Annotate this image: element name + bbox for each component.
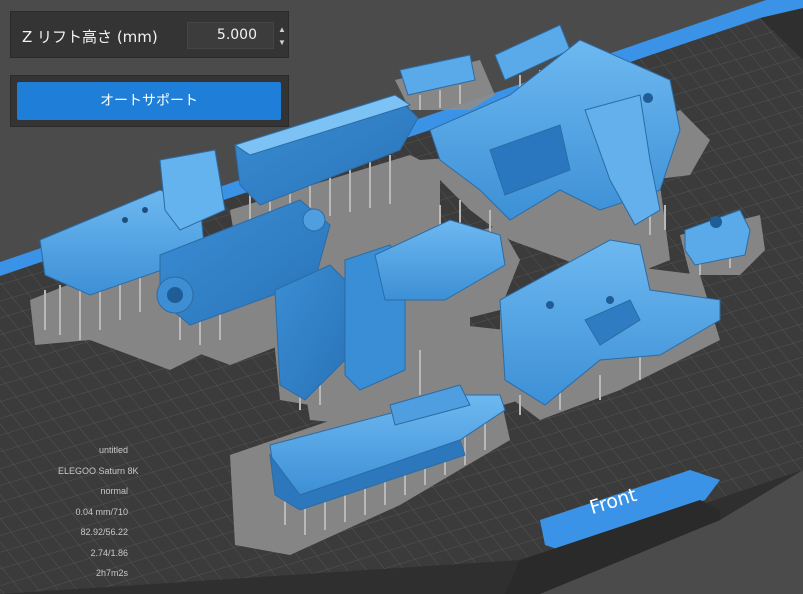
z-lift-height-stepper[interactable]: ▲ ▼ <box>275 23 289 49</box>
triangle-down-icon[interactable]: ▼ <box>275 36 289 49</box>
z-lift-height-label: Z リフト高さ (mm) <box>22 28 158 46</box>
print-mode: normal <box>100 486 128 496</box>
layer-info: 0.04 mm/710 <box>75 506 128 517</box>
printer-model: ELEGOO Saturn 8K <box>58 465 139 476</box>
weight-info: 2.74/1.86 <box>90 547 128 558</box>
auto-support-panel: オートサポート <box>10 75 289 127</box>
z-lift-height-panel: Z リフト高さ (mm) 5.000 ▲ ▼ <box>10 11 289 58</box>
auto-support-button[interactable]: オートサポート <box>17 82 281 120</box>
print-info: untitled ELEGOO Saturn 8K normal 0.04 mm… <box>58 445 139 589</box>
z-lift-height-input[interactable]: 5.000 <box>187 22 274 49</box>
file-name: untitled <box>98 445 128 455</box>
volume-info: 82.92/56.22 <box>80 527 128 537</box>
print-time: 2h7m2s <box>95 568 128 578</box>
triangle-up-icon[interactable]: ▲ <box>275 23 289 36</box>
